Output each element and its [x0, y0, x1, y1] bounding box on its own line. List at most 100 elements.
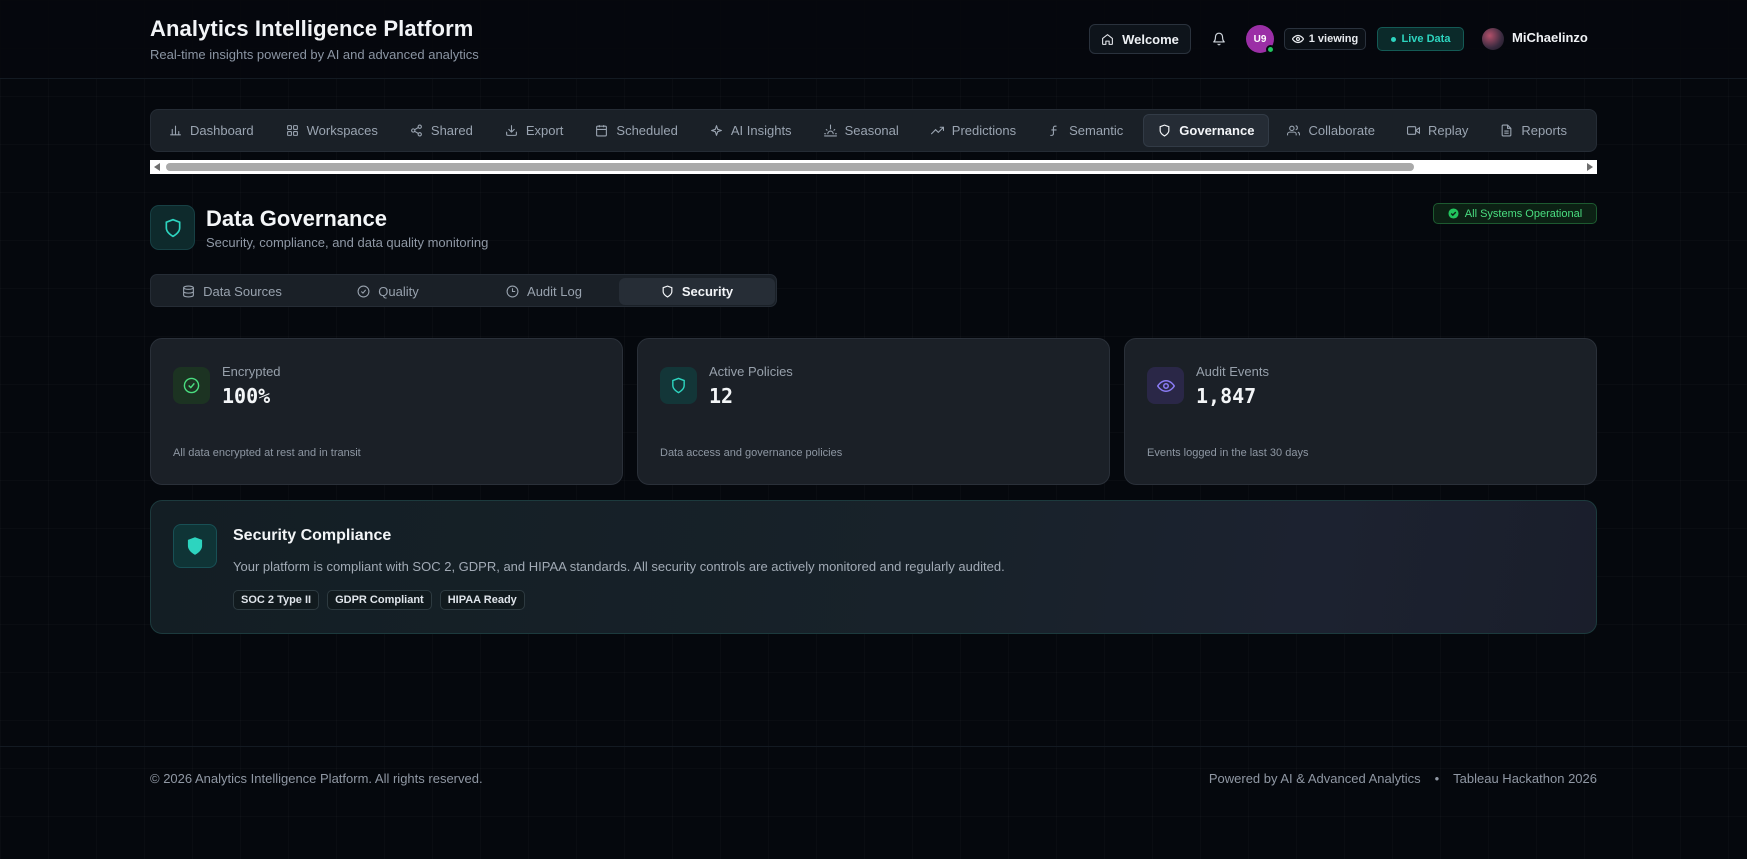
- home-icon: [1102, 33, 1113, 45]
- app-header: Analytics Intelligence Platform Real-tim…: [0, 0, 1747, 79]
- subtab-audit-log[interactable]: Audit Log: [466, 278, 622, 305]
- tab-label: Replay: [1427, 123, 1469, 138]
- clock-icon: [506, 285, 519, 298]
- footer-copyright: © 2026 Analytics Intelligence Platform. …: [150, 771, 483, 786]
- subtab-quality[interactable]: Quality: [310, 278, 466, 305]
- page-title: Data Governance: [206, 206, 387, 231]
- tab-label: Governance: [1179, 123, 1255, 138]
- subtab-label: Audit Log: [527, 284, 582, 299]
- tab-label: Workspaces: [306, 123, 378, 138]
- user-avatar[interactable]: [1482, 28, 1504, 50]
- check-circle-icon: [357, 285, 370, 298]
- calendar-icon: [596, 125, 608, 137]
- scroll-left-arrow-icon[interactable]: [154, 163, 160, 171]
- card-label: Encrypted: [222, 364, 281, 379]
- security-compliance-panel: Security Compliance Your platform is com…: [150, 500, 1597, 634]
- card-description: All data encrypted at rest and in transi…: [173, 447, 361, 459]
- tab-shared[interactable]: Shared: [410, 114, 486, 147]
- subtab-label: Security: [681, 284, 734, 299]
- status-label: All Systems Operational: [1464, 207, 1583, 220]
- page-shield-icon: [150, 205, 195, 250]
- tab-label: Semantic: [1069, 123, 1124, 138]
- card-encrypted: Encrypted 100% All data encrypted at res…: [150, 338, 623, 485]
- brand: Analytics Intelligence Platform Real-tim…: [150, 16, 479, 62]
- check-circle-icon: [173, 367, 210, 404]
- footer-powered: Powered by AI & Advanced Analytics: [1208, 771, 1421, 786]
- bell-icon[interactable]: [1209, 29, 1229, 49]
- badge-soc2: SOC 2 Type II: [233, 590, 320, 610]
- tab-replay[interactable]: Replay: [1406, 114, 1481, 147]
- main-nav: Dashboard Workspaces Shared Export Sched…: [150, 109, 1597, 152]
- card-label: Audit Events: [1196, 364, 1269, 379]
- shield-icon: [660, 367, 697, 404]
- trend-up-icon: [930, 126, 944, 135]
- nav-scrollbar[interactable]: [150, 160, 1597, 174]
- card-value: 1,847: [1196, 384, 1257, 408]
- governance-subtabs: Data Sources Quality Audit Log Security: [150, 274, 777, 307]
- card-audit-events: Audit Events 1,847 Events logged in the …: [1124, 338, 1597, 485]
- tab-label: Export: [525, 123, 564, 138]
- tab-label: Reports: [1521, 123, 1567, 138]
- shield-icon: [662, 285, 673, 298]
- card-description: Data access and governance policies: [660, 447, 843, 459]
- shield-icon: [173, 524, 217, 568]
- eye-icon: [1147, 367, 1184, 404]
- function-icon: [1050, 125, 1057, 136]
- user-name[interactable]: MiChaelinzo: [1512, 30, 1588, 45]
- subtab-label: Quality: [378, 284, 419, 299]
- tab-label: Seasonal: [844, 123, 899, 138]
- tab-governance[interactable]: Governance: [1143, 114, 1270, 147]
- share-icon: [410, 124, 422, 137]
- bar-chart-icon: [170, 125, 181, 136]
- check-circle-icon: [1448, 208, 1459, 219]
- compliance-badges: SOC 2 Type II GDPR Compliant HIPAA Ready: [233, 590, 525, 610]
- download-icon: [505, 125, 517, 136]
- tab-label: Scheduled: [616, 123, 678, 138]
- app-title: Analytics Intelligence Platform: [150, 16, 474, 41]
- tab-ai-insights[interactable]: AI Insights: [710, 114, 805, 147]
- page-subtitle: Security, compliance, and data quality m…: [206, 235, 489, 250]
- tab-label: Shared: [430, 123, 473, 138]
- subtab-data-sources[interactable]: Data Sources: [154, 278, 310, 305]
- compliance-title: Security Compliance: [233, 527, 392, 544]
- sparkle-icon: [710, 125, 722, 136]
- viewing-label: 1 viewing: [1308, 33, 1359, 45]
- live-data-badge: Live Data: [1377, 27, 1464, 51]
- status-badge: All Systems Operational: [1433, 203, 1597, 224]
- tab-label: Predictions: [951, 123, 1017, 138]
- compliance-text: Your platform is compliant with SOC 2, G…: [233, 559, 1005, 574]
- tab-label: AI Insights: [730, 123, 792, 138]
- tab-dashboard[interactable]: Dashboard: [169, 114, 267, 147]
- tab-scheduled[interactable]: Scheduled: [595, 114, 690, 147]
- card-label: Active Policies: [709, 364, 793, 379]
- card-description: Events logged in the last 30 days: [1147, 447, 1309, 459]
- welcome-button[interactable]: Welcome: [1089, 24, 1191, 54]
- sun-icon: [823, 124, 837, 137]
- database-icon: [183, 285, 195, 298]
- viewers-badge: 1 viewing: [1284, 28, 1366, 50]
- live-dot-icon: [1390, 36, 1396, 42]
- subtab-security[interactable]: Security: [619, 278, 775, 305]
- footer-event: Tableau Hackathon 2026: [1453, 771, 1597, 786]
- card-active-policies: Active Policies 12 Data access and gover…: [637, 338, 1110, 485]
- tab-predictions[interactable]: Predictions: [930, 114, 1029, 147]
- eye-icon: [1291, 34, 1304, 44]
- tab-collaborate[interactable]: Collaborate: [1287, 114, 1388, 147]
- footer: © 2026 Analytics Intelligence Platform. …: [0, 746, 1747, 859]
- video-icon: [1406, 126, 1420, 135]
- tab-reports[interactable]: Reports: [1500, 114, 1580, 147]
- scroll-right-arrow-icon[interactable]: [1587, 163, 1593, 171]
- online-status-dot: [1266, 45, 1275, 54]
- tab-export[interactable]: Export: [505, 114, 577, 147]
- card-value: 100%: [222, 384, 271, 408]
- tab-seasonal[interactable]: Seasonal: [823, 114, 912, 147]
- grid-icon: [286, 125, 298, 136]
- tab-label: Dashboard: [190, 123, 254, 138]
- tab-workspaces[interactable]: Workspaces: [286, 114, 391, 147]
- footer-separator: •: [1434, 771, 1440, 786]
- scrollbar-thumb[interactable]: [166, 163, 1414, 171]
- tab-semantic[interactable]: Semantic: [1048, 114, 1136, 147]
- file-icon: [1502, 124, 1512, 137]
- users-icon: [1287, 125, 1301, 136]
- app-subtitle: Real-time insights powered by AI and adv…: [150, 47, 479, 62]
